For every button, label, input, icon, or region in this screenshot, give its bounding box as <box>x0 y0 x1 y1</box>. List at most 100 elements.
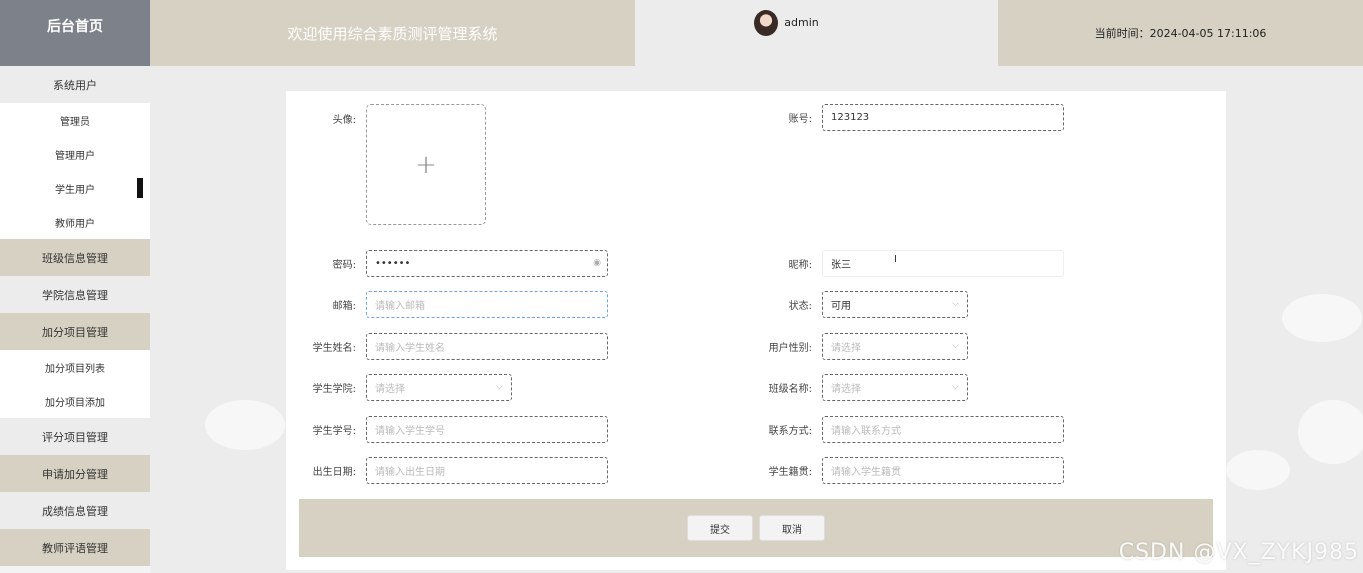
chevron-down-icon: ⌵ <box>952 382 959 392</box>
status-label: 状态: <box>788 301 812 312</box>
sidebar-menu: 系统用户 管理员 管理用户 学生用户 教师用户 班级信息管理 学院信息管理 加分… <box>0 66 150 573</box>
hometown-label: 学生籍贯: <box>768 467 812 478</box>
sidebar-item-grade-info[interactable]: 成绩信息管理 <box>0 492 150 529</box>
sidebar-item-label: 加分项目列表 <box>45 363 105 375</box>
sidebar-item-label: 加分项目添加 <box>45 397 105 409</box>
status-value: 可用 <box>831 301 851 312</box>
status-select[interactable]: 可用 ⌵ <box>822 291 968 318</box>
eye-icon[interactable]: ◉ <box>593 258 601 268</box>
student-name-row: 学生姓名: 请输入学生姓名 <box>296 333 608 360</box>
sidebar-item-label: 学院信息管理 <box>42 288 108 302</box>
sidebar-item-label: 教师用户 <box>55 218 95 230</box>
contact-row: 联系方式: 请输入联系方式 <box>752 416 1064 443</box>
birthday-input[interactable]: 请输入出生日期 <box>366 457 608 484</box>
sidebar-item-label: 班级信息管理 <box>42 251 108 265</box>
sidebar-item-bonus-apply[interactable]: 申请加分管理 <box>0 455 150 492</box>
bg-decoration <box>1226 450 1290 490</box>
contact-input[interactable]: 请输入联系方式 <box>822 416 1064 443</box>
sidebar-item-manage-users[interactable]: 管理用户 <box>0 137 150 171</box>
college-label: 学生学院: <box>312 384 356 395</box>
sidebar-item-label: 加分项目管理 <box>42 325 108 339</box>
sidebar-item-class-info[interactable]: 班级信息管理 <box>0 239 150 276</box>
plus-icon: + <box>415 149 437 180</box>
sidebar-item-label: 管理用户 <box>55 150 95 162</box>
avatar-row: 头像: + <box>296 104 486 225</box>
student-no-label: 学生学号: <box>312 426 356 437</box>
form-actions: 提交 取消 <box>299 499 1213 557</box>
college-row: 学生学院: 请选择 ⌵ <box>296 374 512 401</box>
gender-select[interactable]: 请选择 ⌵ <box>822 333 968 360</box>
sidebar-item-score-projects[interactable]: 评分项目管理 <box>0 418 150 455</box>
sidebar-item-label: 管理员 <box>60 116 90 128</box>
nickname-input[interactable]: 张三 <box>822 250 1064 277</box>
student-name-label: 学生姓名: <box>312 343 356 354</box>
account-row: 账号: 123123 <box>752 104 1064 131</box>
avatar-upload[interactable]: + <box>366 104 486 225</box>
gender-label: 用户性别: <box>768 343 812 354</box>
sidebar-item-label: 学生用户 <box>55 184 95 196</box>
hometown-input[interactable]: 请输入学生籍贯 <box>822 457 1064 484</box>
email-row: 邮箱: 请输入邮箱 <box>296 291 608 318</box>
birthday-label: 出生日期: <box>312 467 356 478</box>
email-label: 邮箱: <box>332 301 356 312</box>
home-brand-link[interactable]: 后台首页 <box>0 0 150 66</box>
sidebar-item-bonus-list[interactable]: 加分项目列表 <box>0 350 150 384</box>
status-row: 状态: 可用 ⌵ <box>752 291 968 318</box>
account-input[interactable]: 123123 <box>822 104 1064 131</box>
college-select[interactable]: 请选择 ⌵ <box>366 374 512 401</box>
contact-label: 联系方式: <box>768 426 812 437</box>
sidebar-item-student-users[interactable]: 学生用户 <box>0 171 150 205</box>
bg-decoration <box>1298 400 1363 464</box>
student-no-input[interactable]: 请输入学生学号 <box>366 416 608 443</box>
cancel-button[interactable]: 取消 <box>759 515 825 541</box>
sidebar-item-bonus-add[interactable]: 加分项目添加 <box>0 384 150 418</box>
password-value: •••••• <box>375 258 411 269</box>
sidebar-item-system-users[interactable]: 系统用户 <box>0 66 150 103</box>
class-row: 班级名称: 请选择 ⌵ <box>752 374 968 401</box>
welcome-banner: 欢迎使用综合素质测评管理系统 <box>150 0 635 66</box>
hometown-row: 学生籍贯: 请输入学生籍贯 <box>752 457 1064 484</box>
sidebar-item-college-info[interactable]: 学院信息管理 <box>0 276 150 313</box>
password-input[interactable]: •••••• ◉ <box>366 250 608 277</box>
student-form-panel: 头像: + 账号: 123123 密码: •••••• ◉ 昵称: 张三 I 邮… <box>286 91 1226 570</box>
sidebar-item-label: 成绩信息管理 <box>42 504 108 518</box>
watermark: CSDN @VX_ZYKJ985 <box>1118 540 1359 565</box>
bg-decoration <box>205 400 285 450</box>
chevron-down-icon: ⌵ <box>952 341 959 351</box>
sidebar-item-label: 系统用户 <box>53 78 97 92</box>
sidebar-item-teacher-comments[interactable]: 教师评语管理 <box>0 529 150 566</box>
class-label: 班级名称: <box>768 384 812 395</box>
college-placeholder: 请选择 <box>375 384 405 395</box>
sidebar-item-admin[interactable]: 管理员 <box>0 103 150 137</box>
birthday-row: 出生日期: 请输入出生日期 <box>296 457 608 484</box>
class-select[interactable]: 请选择 ⌵ <box>822 374 968 401</box>
active-indicator <box>137 178 143 198</box>
brand-label: 后台首页 <box>47 19 103 35</box>
account-label: 账号: <box>788 114 812 125</box>
student-name-input[interactable]: 请输入学生姓名 <box>366 333 608 360</box>
chevron-down-icon: ⌵ <box>952 299 959 309</box>
gender-row: 用户性别: 请选择 ⌵ <box>752 333 968 360</box>
submit-button[interactable]: 提交 <box>687 515 753 541</box>
username: admin <box>784 16 819 29</box>
avatar-label: 头像: <box>332 115 356 126</box>
password-row: 密码: •••••• ◉ <box>296 250 608 277</box>
bg-decoration <box>1282 294 1362 342</box>
nickname-label: 昵称: <box>788 260 812 271</box>
text-cursor-icon: I <box>894 254 897 265</box>
chevron-down-icon: ⌵ <box>496 382 503 392</box>
sidebar-item-bonus-projects[interactable]: 加分项目管理 <box>0 313 150 350</box>
class-placeholder: 请选择 <box>831 384 861 395</box>
gender-placeholder: 请选择 <box>831 343 861 354</box>
sidebar-item-label: 申请加分管理 <box>42 467 108 481</box>
user-info[interactable]: admin <box>635 0 998 66</box>
user-avatar[interactable] <box>754 10 779 36</box>
email-input[interactable]: 请输入邮箱 <box>366 291 608 318</box>
current-time: 当前时间：2024-04-05 17:11:06 <box>998 0 1363 66</box>
nickname-row: 昵称: 张三 <box>752 250 1064 277</box>
sidebar-item-teacher-users[interactable]: 教师用户 <box>0 205 150 239</box>
sidebar-item-label: 评分项目管理 <box>42 430 108 444</box>
top-header: 后台首页 欢迎使用综合素质测评管理系统 admin 当前时间：2024-04-0… <box>0 0 1363 66</box>
student-no-row: 学生学号: 请输入学生学号 <box>296 416 608 443</box>
password-label: 密码: <box>332 260 356 271</box>
